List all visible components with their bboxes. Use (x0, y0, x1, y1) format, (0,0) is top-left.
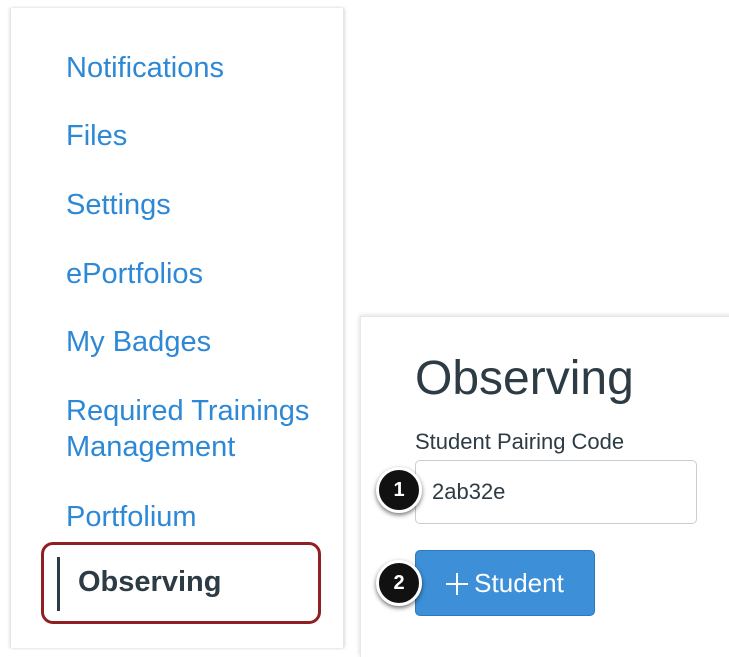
step-callout-1: 1 (376, 467, 422, 513)
sidebar-item-files[interactable]: Files (66, 118, 336, 154)
plus-icon (446, 573, 469, 595)
sidebar-item-notifications[interactable]: Notifications (66, 50, 336, 86)
sidebar-item-portfolium[interactable]: Portfolium (66, 499, 336, 535)
add-student-label: Student (474, 568, 564, 598)
sidebar-item-required-trainings-management[interactable]: Required Trainings Management (66, 393, 336, 465)
active-indicator (57, 557, 60, 611)
add-student-button[interactable]: Student (415, 550, 595, 616)
pairing-code-input[interactable] (415, 460, 697, 524)
sidebar-item-eportfolios[interactable]: ePortfolios (66, 256, 336, 292)
step-callout-2: 2 (376, 560, 422, 606)
sidebar-item-observing-label: Observing (78, 566, 222, 598)
sidebar-item-my-badges[interactable]: My Badges (66, 324, 336, 360)
sidebar-item-settings[interactable]: Settings (66, 187, 336, 223)
sidebar-item-observing[interactable]: Observing (41, 542, 321, 624)
pairing-code-label: Student Pairing Code (415, 429, 625, 454)
page-title: Observing (415, 352, 634, 405)
account-sidebar: Notifications Files Settings ePortfolios… (10, 8, 344, 648)
